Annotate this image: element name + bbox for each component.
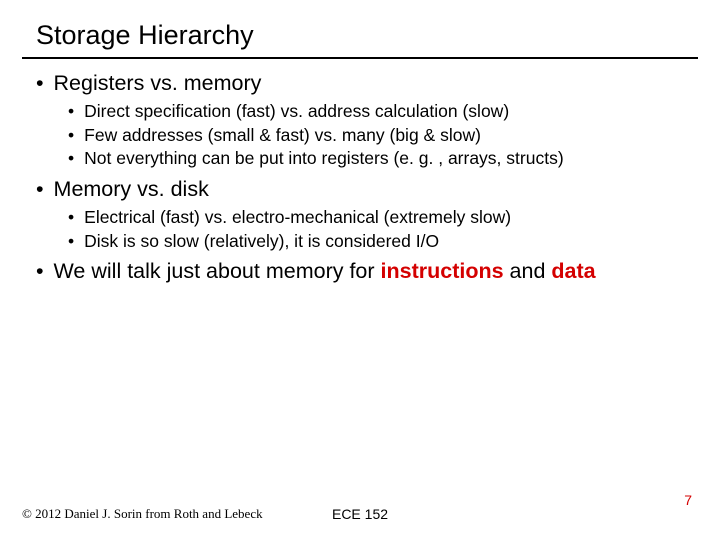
list-item: • Direct specification (fast) vs. addres… bbox=[68, 100, 698, 124]
sub-bullet-text: Few addresses (small & fast) vs. many (b… bbox=[84, 124, 481, 148]
copyright-text: © 2012 Daniel J. Sorin from Roth and Leb… bbox=[0, 506, 263, 522]
footer: © 2012 Daniel J. Sorin from Roth and Leb… bbox=[0, 506, 720, 522]
text-mid: and bbox=[504, 259, 552, 283]
bullet-icon: • bbox=[68, 147, 74, 171]
list-item: • Few addresses (small & fast) vs. many … bbox=[68, 124, 698, 148]
sub-bullet-text: Disk is so slow (relatively), it is cons… bbox=[84, 230, 439, 254]
list-item: • Not everything can be put into registe… bbox=[68, 147, 698, 171]
list-item: • Registers vs. memory • Direct specific… bbox=[36, 71, 698, 171]
slide-title: Storage Hierarchy bbox=[22, 14, 698, 55]
sub-bullet-text: Direct specification (fast) vs. address … bbox=[84, 100, 509, 124]
bullet-list: • Registers vs. memory • Direct specific… bbox=[22, 71, 698, 284]
list-item: • We will talk just about memory for ins… bbox=[36, 259, 698, 284]
bullet-text: Registers vs. memory bbox=[54, 71, 262, 96]
slide: Storage Hierarchy • Registers vs. memory… bbox=[0, 0, 720, 540]
list-item: • Memory vs. disk • Electrical (fast) vs… bbox=[36, 177, 698, 253]
list-item: • Disk is so slow (relatively), it is co… bbox=[68, 230, 698, 254]
bullet-icon: • bbox=[68, 206, 74, 230]
bullet-icon: • bbox=[36, 177, 44, 202]
sub-list: • Direct specification (fast) vs. addres… bbox=[36, 100, 698, 171]
emphasis-instructions: instructions bbox=[381, 259, 504, 283]
emphasis-data: data bbox=[551, 259, 595, 283]
title-rule bbox=[22, 57, 698, 59]
bullet-icon: • bbox=[68, 230, 74, 254]
sub-bullet-text: Electrical (fast) vs. electro-mechanical… bbox=[84, 206, 511, 230]
bullet-icon: • bbox=[36, 259, 44, 284]
bullet-icon: • bbox=[68, 124, 74, 148]
text-prefix: We will talk just about memory for bbox=[54, 259, 381, 283]
bullet-text: We will talk just about memory for instr… bbox=[54, 259, 596, 284]
sub-bullet-text: Not everything can be put into registers… bbox=[84, 147, 564, 171]
bullet-icon: • bbox=[36, 71, 44, 96]
course-code: ECE 152 bbox=[332, 506, 388, 522]
bullet-icon: • bbox=[68, 100, 74, 124]
page-number: 7 bbox=[684, 492, 692, 508]
bullet-text: Memory vs. disk bbox=[54, 177, 209, 202]
sub-list: • Electrical (fast) vs. electro-mechanic… bbox=[36, 206, 698, 253]
list-item: • Electrical (fast) vs. electro-mechanic… bbox=[68, 206, 698, 230]
